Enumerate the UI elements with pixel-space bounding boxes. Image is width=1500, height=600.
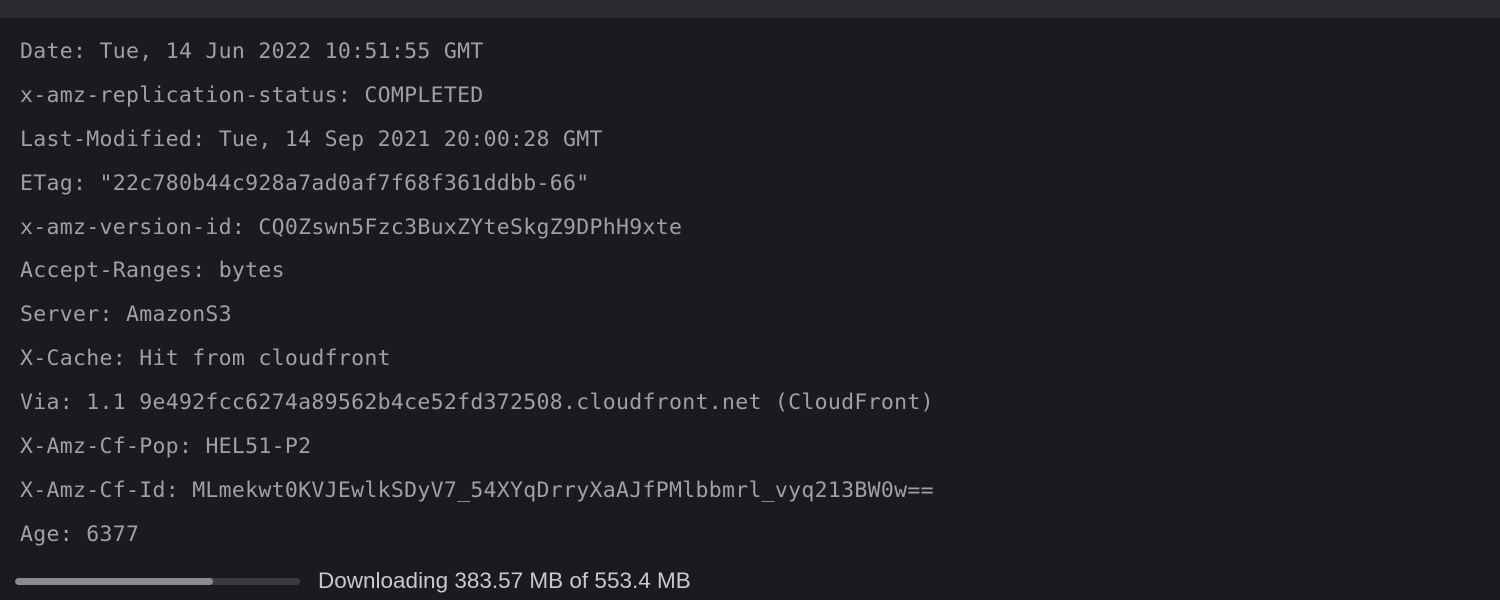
download-progress-fill [15,578,213,585]
http-header-line: Via: 1.1 9e492fcc6274a89562b4ce52fd37250… [20,387,1480,418]
header-name: Age [20,522,60,547]
header-value: CQ0Zswn5Fzc3BuxZYteSkgZ9DPhH9xte [258,215,682,240]
header-value: Tue, 14 Jun 2022 10:51:55 GMT [99,39,483,64]
header-value: Hit from cloudfront [139,346,391,371]
http-header-line: ETag: "22c780b44c928a7ad0af7f68f361ddbb-… [20,168,1480,199]
terminal-output[interactable]: Date: Tue, 14 Jun 2022 10:51:55 GMT x-am… [0,18,1500,568]
header-value: AmazonS3 [126,302,232,327]
header-name: ETag [20,171,73,196]
header-value: 6377 [86,522,139,547]
header-value: HEL51-P2 [205,434,311,459]
http-header-line: Server: AmazonS3 [20,299,1480,330]
header-name: Server [20,302,99,327]
http-header-line: Age: 6377 [20,519,1480,550]
http-header-line: X-Cache: Hit from cloudfront [20,343,1480,374]
download-status-text: Downloading 383.57 MB of 553.4 MB [318,568,691,594]
header-name: X-Amz-Cf-Id [20,478,166,503]
header-value: 1.1 9e492fcc6274a89562b4ce52fd372508.clo… [86,390,934,415]
header-name: Date [20,39,73,64]
http-header-line: X-Amz-Cf-Pop: HEL51-P2 [20,431,1480,462]
http-header-line: Accept-Ranges: bytes [20,255,1480,286]
window-title-bar [0,0,1500,18]
header-name: Via [20,390,60,415]
header-name: X-Amz-Cf-Pop [20,434,179,459]
download-footer: Downloading 383.57 MB of 553.4 MB [0,568,1500,600]
http-header-line: X-Amz-Cf-Id: MLmekwt0KVJEwlkSDyV7_54XYqD… [20,475,1480,506]
header-value: "22c780b44c928a7ad0af7f68f361ddbb-66" [99,171,589,196]
header-name: Accept-Ranges [20,258,192,283]
http-header-line: x-amz-version-id: CQ0Zswn5Fzc3BuxZYteSkg… [20,212,1480,243]
http-header-line: Date: Tue, 14 Jun 2022 10:51:55 GMT [20,36,1480,67]
header-name: X-Cache [20,346,113,371]
http-header-line: Last-Modified: Tue, 14 Sep 2021 20:00:28… [20,124,1480,155]
header-name: Last-Modified [20,127,192,152]
header-name: x-amz-replication-status [20,83,338,108]
header-value: Tue, 14 Sep 2021 20:00:28 GMT [219,127,603,152]
download-progress-bar [15,578,300,585]
header-value: bytes [219,258,285,283]
header-name: x-amz-version-id [20,215,232,240]
http-header-line: x-amz-replication-status: COMPLETED [20,80,1480,111]
header-value: MLmekwt0KVJEwlkSDyV7_54XYqDrryXaAJfPMlbb… [192,478,934,503]
header-value: COMPLETED [364,83,483,108]
